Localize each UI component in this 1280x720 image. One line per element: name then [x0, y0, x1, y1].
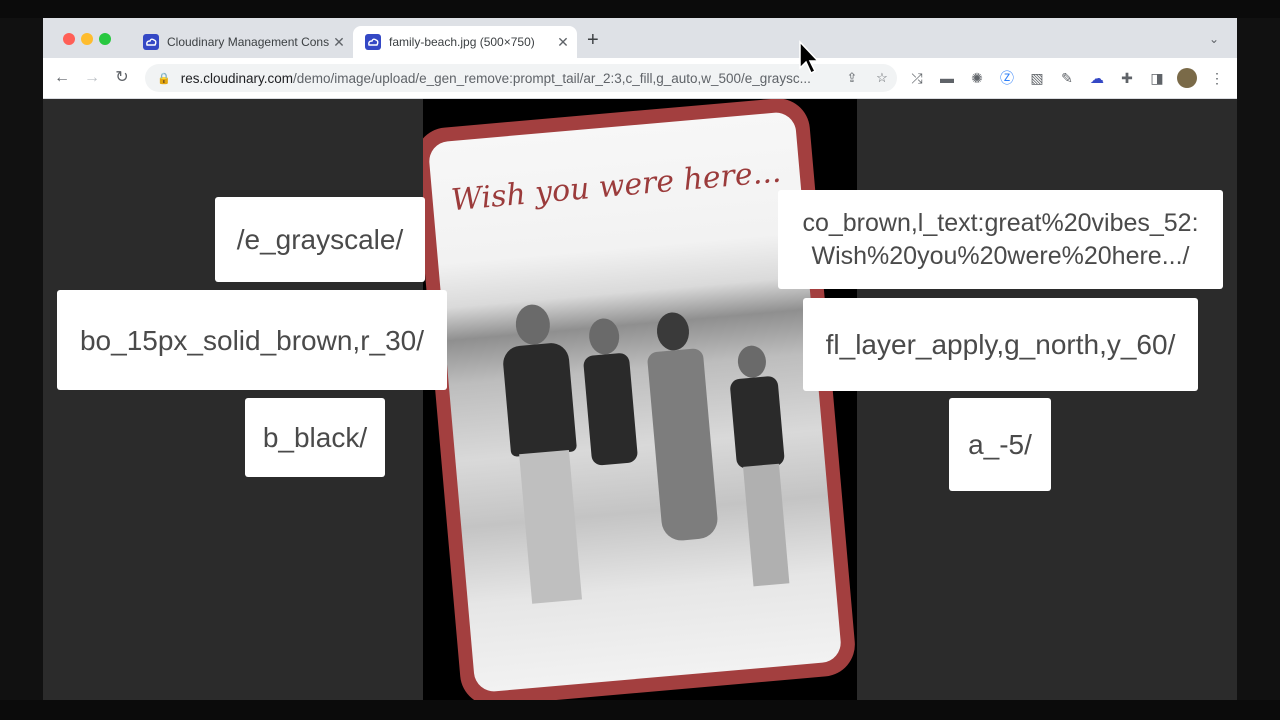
transformation-label: a_-5/ [949, 398, 1051, 491]
close-window-button[interactable] [63, 33, 75, 45]
browser-window: Cloudinary Management Cons ✕ family-beac… [43, 18, 1237, 700]
minimize-window-button[interactable] [81, 33, 93, 45]
profile-avatar[interactable] [1177, 68, 1197, 88]
shuffle-icon[interactable]: ⤮ [907, 68, 927, 88]
person-head [514, 303, 552, 347]
forward-arrow-icon[interactable]: → [81, 67, 103, 89]
tab-family-beach[interactable]: family-beach.jpg (500×750) ✕ [353, 26, 577, 58]
person-head [736, 344, 768, 379]
person-legs [519, 449, 583, 604]
tab-close-icon[interactable]: ✕ [329, 34, 349, 51]
cloudinary-extension-icon[interactable]: ☁ [1087, 68, 1107, 88]
url-path: /demo/image/upload/e_gen_remove:prompt_t… [293, 70, 811, 86]
side-panel-icon[interactable]: ◨ [1147, 68, 1167, 88]
person-head [587, 317, 621, 356]
puzzle-extensions-icon[interactable]: ✚ [1117, 68, 1137, 88]
bookmark-star-icon[interactable]: ☆ [867, 70, 897, 86]
mouse-cursor-icon [799, 40, 820, 75]
person-dress [646, 347, 720, 543]
transformation-label: fl_layer_apply,g_north,y_60/ [803, 298, 1198, 391]
transformation-label: co_brown,l_text:great%20vibes_52: Wish%2… [778, 190, 1223, 289]
tab-title: family-beach.jpg (500×750) [389, 35, 535, 49]
tab-strip: Cloudinary Management Cons ✕ family-beac… [43, 18, 1237, 58]
screen-top-bar [0, 0, 1280, 18]
maximize-window-button[interactable] [99, 33, 111, 45]
share-icon[interactable]: ⇪ [837, 70, 867, 86]
lock-icon: 🔒 [157, 72, 171, 85]
tab-title: Cloudinary Management Cons [167, 35, 329, 49]
cloudinary-favicon-icon [365, 34, 381, 50]
url-host: res.cloudinary.com [180, 70, 293, 86]
browser-toolbar: ← → ↻ 🔒 res.cloudinary.com/demo/image/up… [43, 58, 1237, 99]
transformation-label: b_black/ [245, 398, 385, 477]
extension-menu-icon[interactable]: ▬ [937, 68, 957, 88]
person-torso [582, 352, 639, 466]
person-legs [743, 463, 790, 587]
zoom-extension-icon[interactable]: Ⓩ [997, 68, 1017, 88]
postcard-caption: Wish you were here... [449, 154, 783, 219]
transformation-label: bo_15px_solid_brown,r_30/ [57, 290, 447, 390]
person-torso [729, 375, 786, 470]
address-bar[interactable]: 🔒 res.cloudinary.com/demo/image/upload/e… [145, 64, 897, 92]
chevron-down-icon[interactable]: ⌄ [1209, 32, 1219, 46]
screen-bottom-bar [0, 700, 1280, 720]
tab-cloudinary-console[interactable]: Cloudinary Management Cons ✕ [131, 26, 353, 58]
person-head [655, 311, 691, 352]
pencil-icon[interactable]: ✎ [1057, 68, 1077, 88]
person-torso [501, 341, 578, 457]
tab-close-icon[interactable]: ✕ [553, 34, 573, 51]
sun-extension-icon[interactable]: ✺ [967, 68, 987, 88]
more-options-icon[interactable]: ⋮ [1207, 68, 1227, 88]
image-extension-icon[interactable]: ▧ [1027, 68, 1047, 88]
reload-icon[interactable]: ↻ [111, 67, 133, 89]
transformation-label: /e_grayscale/ [215, 197, 425, 282]
back-arrow-icon[interactable]: ← [51, 67, 73, 89]
address-url[interactable]: res.cloudinary.com/demo/image/upload/e_g… [181, 71, 837, 86]
cloudinary-favicon-icon [143, 34, 159, 50]
new-tab-button[interactable]: + [587, 30, 599, 50]
